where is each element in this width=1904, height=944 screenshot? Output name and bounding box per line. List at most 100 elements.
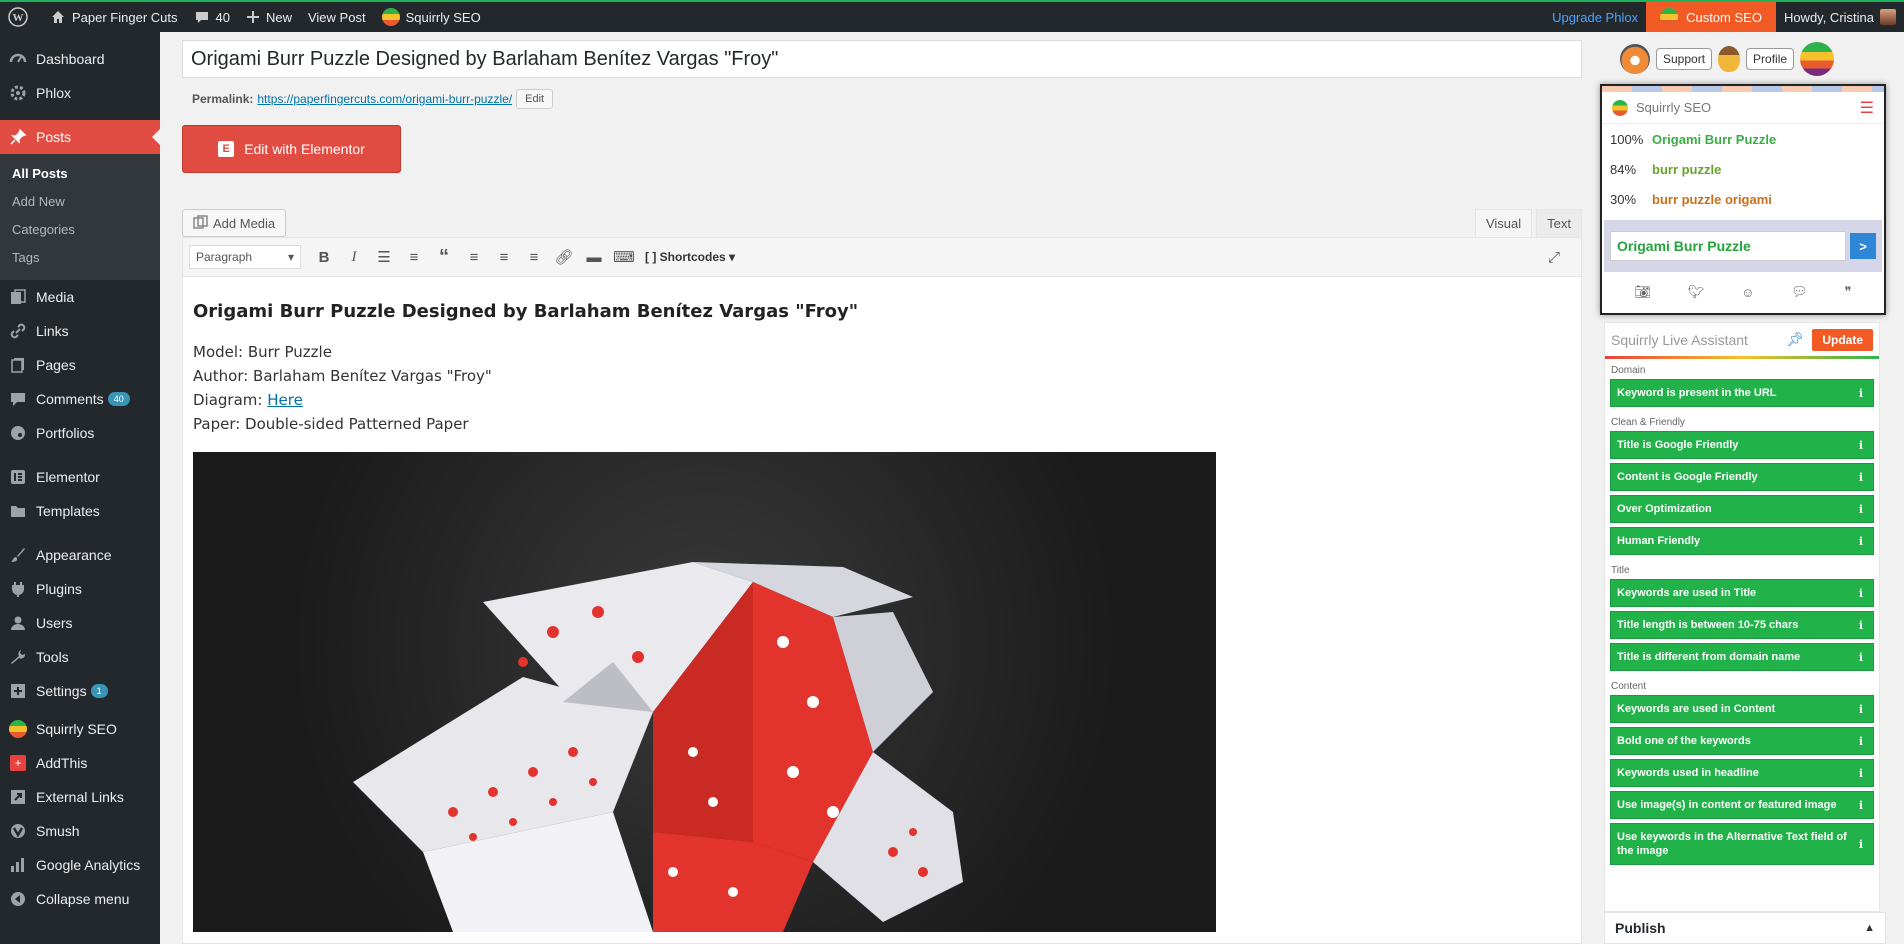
edit-with-elementor-button[interactable]: E Edit with Elementor xyxy=(182,125,401,173)
profile-button[interactable]: Profile xyxy=(1746,48,1795,70)
sidebar-item-elementor[interactable]: Elementor xyxy=(0,460,160,494)
info-icon[interactable]: i xyxy=(1855,735,1867,748)
info-icon[interactable]: i xyxy=(1855,651,1867,664)
submenu-all-posts[interactable]: All Posts xyxy=(0,160,160,188)
upgrade-phlox-link[interactable]: Upgrade Phlox xyxy=(1544,2,1646,32)
align-right-button[interactable]: ≡ xyxy=(519,243,549,271)
submenu-add-new[interactable]: Add New xyxy=(0,188,160,216)
fullscreen-button[interactable]: ⤢ xyxy=(1539,243,1569,271)
sidebar-item-posts[interactable]: Posts xyxy=(0,120,160,154)
comments-link[interactable]: 40 xyxy=(186,2,238,32)
submenu-tags[interactable]: Tags xyxy=(0,244,160,272)
toolbar-toggle-button[interactable]: ⌨ xyxy=(609,243,639,271)
assistant-check-item[interactable]: Bold one of the keywords i xyxy=(1610,727,1874,755)
align-center-button[interactable]: ≡ xyxy=(489,243,519,271)
bold-button[interactable]: B xyxy=(309,243,339,271)
diagram-link[interactable]: Here xyxy=(267,391,303,409)
update-button[interactable]: Update xyxy=(1812,328,1873,351)
assistant-check-item[interactable]: Content is Google Friendly i xyxy=(1610,463,1874,491)
format-select[interactable]: Paragraph ▾ xyxy=(189,245,301,269)
info-icon[interactable]: i xyxy=(1855,471,1867,484)
assistant-check-item[interactable]: Use image(s) in content or featured imag… xyxy=(1610,791,1874,819)
assistant-check-item[interactable]: Title is different from domain name i xyxy=(1610,643,1874,671)
sidebar-item-external-links[interactable]: External Links xyxy=(0,780,160,814)
info-icon[interactable]: i xyxy=(1855,535,1867,548)
support-button[interactable]: Support xyxy=(1656,48,1713,70)
sidebar-item-squirrly[interactable]: Squirrly SEO xyxy=(0,712,160,746)
info-icon[interactable]: i xyxy=(1855,838,1867,851)
read-more-button[interactable]: ▬ xyxy=(579,243,609,271)
blockquote-button[interactable]: “ xyxy=(429,243,459,271)
origami-photo[interactable] xyxy=(193,452,1216,932)
chat-bubbles-icon[interactable]: 💬︎ xyxy=(1791,284,1808,300)
squirrly-logo-icon[interactable] xyxy=(1800,42,1835,76)
assistant-check-item[interactable]: Title is Google Friendly i xyxy=(1610,431,1874,459)
info-icon[interactable]: i xyxy=(1855,619,1867,632)
quote-bubble-icon[interactable]: ❞ xyxy=(1845,284,1852,300)
tab-text[interactable]: Text xyxy=(1536,209,1582,237)
shortcodes-dropdown[interactable]: [ ] Shortcodes ▾ xyxy=(645,250,735,264)
align-left-button[interactable]: ≡ xyxy=(459,243,489,271)
info-icon[interactable]: i xyxy=(1855,799,1867,812)
sidebar-item-smush[interactable]: Smush xyxy=(0,814,160,848)
assistant-check-item[interactable]: Keywords are used in Title i xyxy=(1610,579,1874,607)
sidebar-item-phlox[interactable]: Phlox xyxy=(0,76,160,110)
assistant-check-item[interactable]: Title length is between 10-75 chars i xyxy=(1610,611,1874,639)
sidebar-item-appearance[interactable]: Appearance xyxy=(0,538,160,572)
assistant-check-item[interactable]: Use keywords in the Alternative Text fie… xyxy=(1610,823,1874,865)
menu-icon[interactable]: ☰ xyxy=(1860,98,1874,118)
keyword-row[interactable]: 84% burr puzzle xyxy=(1602,154,1884,184)
sidebar-item-tools[interactable]: Tools xyxy=(0,640,160,674)
info-icon[interactable]: i xyxy=(1855,503,1867,516)
italic-button[interactable]: I xyxy=(339,243,369,271)
assistant-check-item[interactable]: Keywords are used in Content i xyxy=(1610,695,1874,723)
publish-box-header[interactable]: Publish ▲ xyxy=(1604,912,1886,944)
sidebar-item-links[interactable]: Links xyxy=(0,314,160,348)
sidebar-item-portfolios[interactable]: Portfolios xyxy=(0,416,160,450)
keyword-go-button[interactable]: > xyxy=(1850,233,1876,259)
assistant-check-item[interactable]: Keywords used in headline i xyxy=(1610,759,1874,787)
sidebar-item-comments[interactable]: Comments 40 xyxy=(0,382,160,416)
sidebar-item-google-analytics[interactable]: Google Analytics xyxy=(0,848,160,882)
sidebar-item-users[interactable]: Users xyxy=(0,606,160,640)
add-media-button[interactable]: Add Media xyxy=(182,209,287,237)
keyword-input[interactable]: Origami Burr Puzzle xyxy=(1610,231,1846,261)
permalink-edit-button[interactable]: Edit xyxy=(516,89,554,109)
twitter-bird-icon[interactable]: 🐦︎ xyxy=(1688,284,1705,300)
view-post-link[interactable]: View Post xyxy=(300,2,374,32)
sidebar-item-media[interactable]: Media xyxy=(0,280,160,314)
keyword-row[interactable]: 30% burr puzzle origami xyxy=(1602,184,1884,214)
sidebar-item-addthis[interactable]: + AddThis xyxy=(0,746,160,780)
keyword-row[interactable]: 100% Origami Burr Puzzle xyxy=(1602,124,1884,154)
assistant-check-item[interactable]: Over Optimization i xyxy=(1610,495,1874,523)
pin-icon[interactable]: 📌︎ xyxy=(1787,331,1805,348)
site-name-link[interactable]: Paper Finger Cuts xyxy=(42,2,186,32)
insert-link-button[interactable]: 🔗︎ xyxy=(549,243,579,271)
sidebar-item-plugins[interactable]: Plugins xyxy=(0,572,160,606)
new-content-link[interactable]: New xyxy=(238,2,300,32)
post-title-input[interactable]: Origami Burr Puzzle Designed by Barlaham… xyxy=(182,40,1582,78)
camera-icon[interactable]: 📷︎ xyxy=(1634,284,1651,300)
assistant-check-item[interactable]: Keyword is present in the URL i xyxy=(1610,379,1874,407)
custom-seo-link[interactable]: Custom SEO xyxy=(1646,2,1776,32)
info-icon[interactable]: i xyxy=(1855,439,1867,452)
sidebar-item-templates[interactable]: Templates xyxy=(0,494,160,528)
info-icon[interactable]: i xyxy=(1855,767,1867,780)
mascot-icon[interactable]: ☺ xyxy=(1741,285,1754,300)
assistant-check-item[interactable]: Human Friendly i xyxy=(1610,527,1874,555)
sidebar-collapse-menu[interactable]: Collapse menu xyxy=(0,882,160,916)
numbered-list-button[interactable]: ≡ xyxy=(399,243,429,271)
info-icon[interactable]: i xyxy=(1855,703,1867,716)
info-icon[interactable]: i xyxy=(1855,387,1867,400)
sidebar-item-dashboard[interactable]: Dashboard xyxy=(0,42,160,76)
bullet-list-button[interactable]: ☰ xyxy=(369,243,399,271)
editor-content[interactable]: Origami Burr Puzzle Designed by Barlaham… xyxy=(182,277,1582,944)
sidebar-item-settings[interactable]: Settings 1 xyxy=(0,674,160,708)
sidebar-item-pages[interactable]: Pages xyxy=(0,348,160,382)
submenu-categories[interactable]: Categories xyxy=(0,216,160,244)
info-icon[interactable]: i xyxy=(1855,587,1867,600)
permalink-url-link[interactable]: https://paperfingercuts.com/origami-burr… xyxy=(257,92,512,106)
wordpress-logo[interactable]: W xyxy=(0,2,42,32)
tab-visual[interactable]: Visual xyxy=(1474,209,1533,237)
squirrly-adminbar-link[interactable]: Squirrly SEO xyxy=(374,2,489,32)
